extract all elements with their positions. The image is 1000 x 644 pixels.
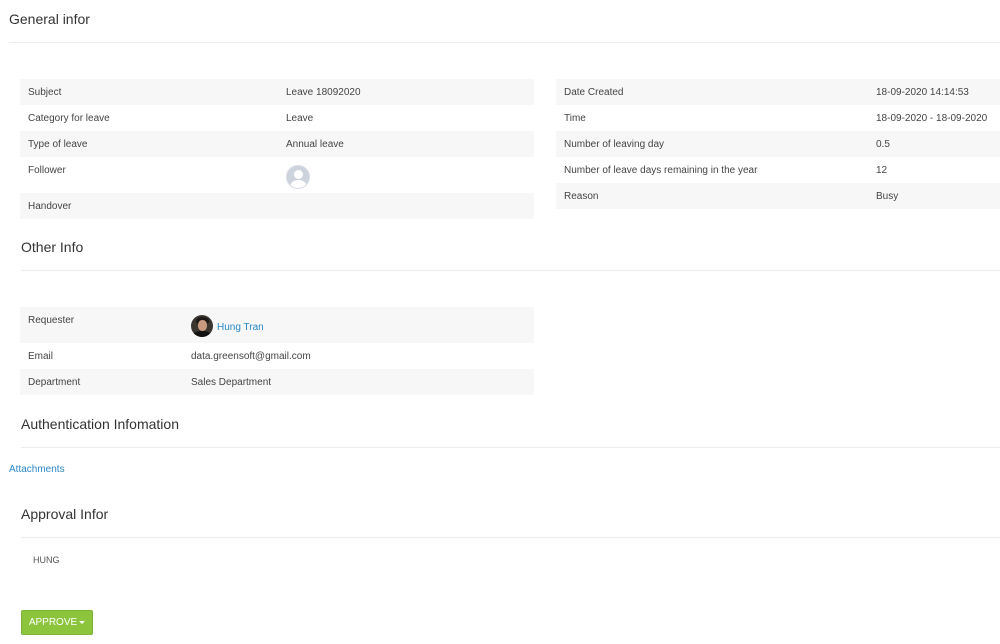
approve-button-label: APPROVE — [28, 617, 78, 628]
row-label: Category for leave — [28, 113, 110, 124]
row-subject: Subject Leave 18092020 — [20, 79, 534, 105]
approval-info-title: Approval Infor — [21, 506, 109, 522]
row-value: 18-09-2020 - 18-09-2020 — [876, 113, 988, 124]
authentication-info-divider — [21, 447, 1000, 448]
row-value: Annual leave — [286, 139, 344, 150]
row-department: Department Sales Department — [20, 369, 534, 395]
approve-button[interactable]: APPROVE — [21, 610, 93, 635]
row-value: Leave 18092020 — [286, 87, 361, 98]
other-info-divider — [21, 270, 1000, 271]
row-label: Requester — [28, 315, 75, 326]
row-label: Follower — [28, 165, 66, 176]
row-label: Time — [564, 113, 586, 124]
other-info-title: Other Info — [21, 239, 84, 255]
row-follower: Follower — [20, 157, 534, 193]
general-info-divider — [9, 42, 1000, 43]
row-value: 12 — [876, 165, 888, 176]
row-label: Number of leaving day — [564, 139, 665, 150]
row-value: data.greensoft@gmail.com — [191, 351, 311, 362]
row-email: Email data.greensoft@gmail.com — [20, 343, 534, 369]
row-label: Department — [28, 377, 81, 388]
row-value: Sales Department — [191, 377, 272, 388]
row-value: 18-09-2020 14:14:53 — [876, 87, 969, 98]
row-label: Email — [28, 351, 54, 362]
user-placeholder-icon — [286, 165, 310, 189]
requester-avatar — [191, 315, 213, 337]
row-label: Type of leave — [28, 139, 88, 150]
row-label: Date Created — [564, 87, 624, 98]
row-value: Busy — [876, 191, 899, 202]
row-label: Reason — [564, 191, 599, 202]
row-label: Number of leave days remaining in the ye… — [564, 165, 758, 176]
caret-down-icon — [79, 621, 86, 624]
row-value: 0.5 — [876, 139, 890, 150]
row-date-created: Date Created 18-09-2020 14:14:53 — [556, 79, 1000, 105]
row-reason: Reason Busy — [556, 183, 1000, 209]
row-type-of-leave: Type of leave Annual leave — [20, 131, 534, 157]
row-category: Category for leave Leave — [20, 105, 534, 131]
requester-user[interactable]: Hung Tran — [191, 315, 264, 337]
general-info-title: General infor — [9, 11, 90, 27]
follower-avatar[interactable] — [286, 165, 310, 189]
row-time: Time 18-09-2020 - 18-09-2020 — [556, 105, 1000, 131]
general-info-right-table: Date Created 18-09-2020 14:14:53 Time 18… — [556, 79, 1000, 209]
row-label: Handover — [28, 201, 72, 212]
requester-link[interactable]: Hung Tran — [217, 322, 264, 333]
general-info-left-table: Subject Leave 18092020 Category for leav… — [20, 79, 534, 219]
attachments-link[interactable]: Attachments — [9, 464, 65, 475]
other-info-table: Requester Hung Tran Email data.greensoft… — [20, 307, 534, 395]
approver-name: HUNG — [33, 555, 60, 565]
row-number-of-leaving-day: Number of leaving day 0.5 — [556, 131, 1000, 157]
approval-info-divider — [21, 537, 1000, 538]
row-handover: Handover — [20, 193, 534, 219]
authentication-info-title: Authentication Infomation — [21, 416, 179, 432]
row-remaining-days: Number of leave days remaining in the ye… — [556, 157, 1000, 183]
row-requester: Requester Hung Tran — [20, 307, 534, 343]
row-value: Leave — [286, 113, 314, 124]
row-label: Subject — [28, 87, 62, 98]
